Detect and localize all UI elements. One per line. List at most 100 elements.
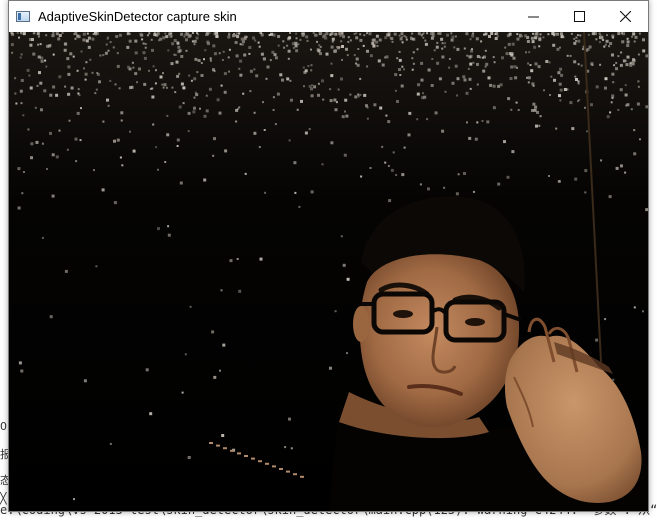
skin-streak	[209, 442, 213, 444]
noise-speck	[83, 67, 85, 70]
noise-speck	[550, 75, 553, 78]
noise-speck	[196, 71, 199, 74]
noise-speck	[195, 36, 199, 40]
noise-speck	[577, 63, 580, 66]
noise-speck	[481, 120, 484, 122]
noise-speck	[556, 32, 559, 36]
noise-speck	[245, 35, 248, 38]
noise-speck	[555, 127, 558, 130]
noise-speck	[182, 86, 186, 90]
noise-speck	[130, 85, 134, 89]
minimize-button[interactable]	[510, 1, 556, 32]
noise-speck	[472, 32, 475, 35]
noise-speck	[602, 39, 605, 41]
capture-window: AdaptiveSkinDetector capture skin	[8, 0, 649, 512]
noise-speck	[356, 63, 360, 67]
noise-speck	[29, 86, 33, 90]
noise-speck	[355, 36, 359, 40]
noise-speck	[288, 139, 291, 142]
noise-speck	[347, 40, 350, 43]
noise-speck	[619, 63, 623, 67]
noise-speck	[353, 54, 356, 57]
noise-speck	[258, 146, 261, 148]
noise-speck	[549, 94, 551, 96]
noise-speck	[407, 133, 411, 137]
noise-speck	[257, 41, 260, 44]
noise-speck	[212, 154, 215, 157]
noise-speck	[344, 98, 348, 102]
noise-speck	[387, 33, 391, 37]
noise-speck	[143, 82, 147, 86]
noise-speck	[242, 92, 245, 95]
maximize-button[interactable]	[556, 1, 602, 32]
noise-speck	[591, 32, 595, 36]
noise-speck	[626, 103, 630, 107]
noise-speck	[642, 49, 646, 53]
noise-speck	[189, 305, 192, 308]
noise-speck	[36, 32, 40, 36]
noise-speck	[620, 51, 623, 54]
noise-speck	[422, 92, 424, 95]
noise-speck	[322, 98, 325, 101]
noise-speck	[559, 99, 562, 102]
noise-speck	[341, 58, 343, 61]
noise-speck	[493, 61, 496, 64]
noise-speck	[486, 120, 490, 124]
noise-speck	[38, 71, 41, 75]
noise-speck	[180, 32, 184, 36]
close-button[interactable]	[602, 1, 648, 32]
noise-speck	[235, 108, 239, 112]
noise-speck	[390, 37, 394, 41]
noise-speck	[294, 41, 298, 45]
noise-speck	[466, 54, 469, 57]
noise-speck	[631, 62, 635, 66]
noise-speck	[35, 140, 39, 144]
noise-speck	[107, 104, 110, 107]
noise-speck	[630, 108, 633, 111]
noise-speck	[396, 57, 399, 60]
noise-speck	[303, 85, 305, 88]
noise-speck	[179, 181, 183, 185]
noise-speck	[55, 155, 59, 159]
noise-speck	[474, 137, 478, 141]
noise-speck	[325, 52, 329, 56]
noise-speck	[396, 100, 399, 103]
noise-speck	[37, 55, 41, 59]
noise-speck	[605, 39, 609, 43]
noise-speck	[543, 89, 545, 92]
noise-speck	[174, 53, 177, 56]
noise-speck	[283, 46, 286, 49]
ear	[353, 306, 369, 342]
noise-speck	[64, 85, 67, 88]
noise-speck	[91, 71, 94, 74]
noise-speck	[151, 95, 155, 99]
noise-speck	[639, 138, 641, 141]
noise-speck	[121, 164, 124, 167]
noise-speck	[20, 32, 23, 35]
noise-speck	[427, 68, 431, 72]
noise-speck	[216, 98, 220, 102]
noise-speck	[248, 52, 251, 55]
camera-view[interactable]	[9, 32, 648, 511]
noise-speck	[116, 52, 119, 55]
noise-speck	[569, 54, 572, 57]
title-bar[interactable]: AdaptiveSkinDetector capture skin	[9, 1, 648, 32]
noise-speck	[234, 34, 237, 37]
noise-speck	[176, 145, 179, 147]
noise-speck	[595, 338, 599, 342]
skin-streak	[251, 457, 255, 460]
noise-speck	[307, 65, 310, 67]
noise-speck	[560, 34, 564, 38]
noise-speck	[126, 32, 130, 36]
noise-speck	[617, 108, 620, 111]
noise-speck	[633, 152, 637, 156]
noise-speck	[457, 173, 460, 176]
noise-speck	[85, 39, 89, 43]
noise-speck	[301, 33, 305, 37]
noise-speck	[479, 56, 482, 59]
noise-speck	[604, 86, 607, 90]
noise-speck	[451, 35, 455, 39]
noise-speck	[388, 199, 392, 203]
noise-speck	[330, 62, 333, 65]
noise-speck	[116, 64, 120, 68]
